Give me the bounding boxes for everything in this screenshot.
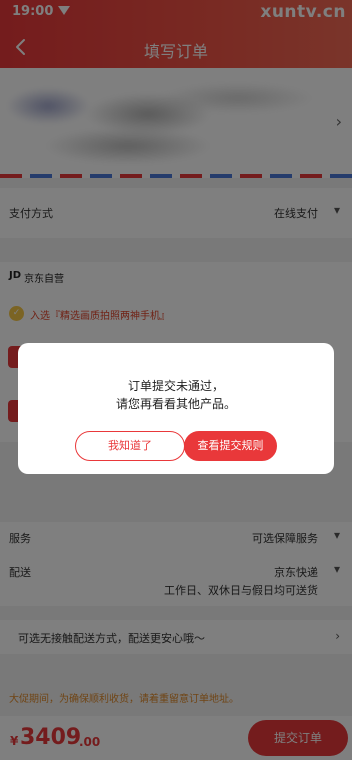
dialog-message-line2: 请您再看看其他产品。 <box>115 397 236 411</box>
acknowledge-button[interactable]: 我知道了 <box>75 431 185 461</box>
dialog-message-line1: 订单提交未通过， <box>127 379 224 393</box>
alert-dialog: 订单提交未通过， 请您再看看其他产品。 我知道了 查看提交规则 <box>18 343 334 474</box>
view-rules-button[interactable]: 查看提交规则 <box>184 431 277 461</box>
